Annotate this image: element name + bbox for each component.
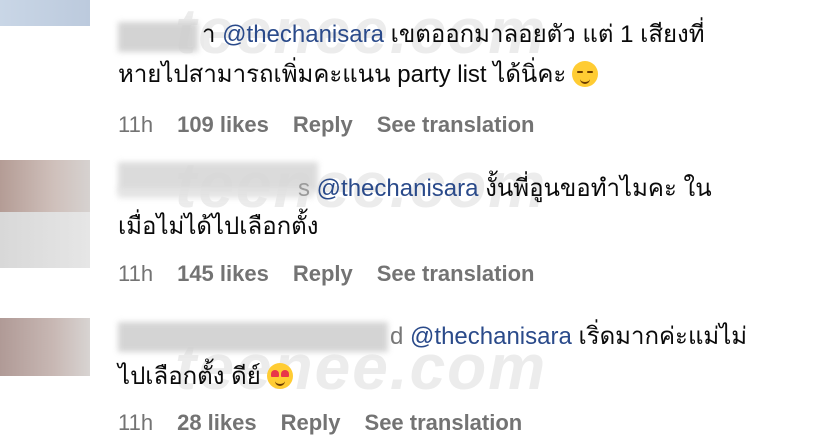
comment-line1: เขตออกมาลอยตัว แต่ 1 เสียงที่ [383, 21, 705, 48]
comment-line1: งั้นพี่อูนขอทำไมคะ ใน [478, 175, 712, 202]
comment-line2: ไปเลือกตั้ง ดีย์ [118, 363, 261, 390]
comment-text-line2: ไปเลือกตั้ง ดีย์ [118, 360, 293, 394]
comment-1: า @thechanisara เขตออกมาลอยตัว แต่ 1 เสี… [0, 0, 820, 150]
comment-text-line2: หายไปสามารถเพิ่มคะแนน party list ได้นิ่ค… [118, 58, 599, 92]
likes-count[interactable]: 109 likes [177, 112, 269, 138]
username-tail[interactable]: s [298, 175, 310, 202]
comment-line2: หายไปสามารถเพิ่มคะแนน party list ได้นิ่ค… [118, 61, 567, 88]
comment-meta: 11h 28 likes Reply See translation [118, 410, 522, 436]
timestamp: 11h [118, 261, 154, 286]
mention-link[interactable]: @thechanisara [222, 21, 384, 48]
heart-eyes-emoji [266, 363, 293, 389]
timestamp: 11h [118, 112, 154, 137]
see-translation-link[interactable]: See translation [377, 112, 535, 138]
mention-link[interactable]: @thechanisara [317, 175, 479, 202]
username-tail[interactable]: า [202, 21, 215, 48]
avatar[interactable] [0, 160, 90, 212]
likes-count[interactable]: 28 likes [177, 410, 257, 436]
comment-line2: เมื่อไม่ได้ไปเลือกตั้ง [118, 213, 319, 240]
reply-button[interactable]: Reply [293, 261, 353, 287]
comment-line1: เริ่ดมากค่ะแม่ไม่ [571, 323, 748, 350]
comment-meta: 11h 109 likes Reply See translation [118, 112, 534, 138]
see-translation-link[interactable]: See translation [377, 261, 535, 287]
see-translation-link[interactable]: See translation [365, 410, 523, 436]
mention-link[interactable]: @thechanisara [410, 323, 572, 350]
comment-text: า @thechanisara เขตออกมาลอยตัว แต่ 1 เสี… [118, 18, 705, 52]
comment-2: s @thechanisara งั้นพี่อูนขอทำไมคะ ใน เม… [0, 158, 820, 298]
reply-button[interactable]: Reply [293, 112, 353, 138]
likes-count[interactable]: 145 likes [177, 261, 269, 287]
reply-button[interactable]: Reply [281, 410, 341, 436]
comment-text-line2: เมื่อไม่ได้ไปเลือกตั้ง [118, 210, 318, 244]
comment-text: d @thechanisara เริ่ดมากค่ะแม่ไม่ [118, 320, 747, 354]
comment-3: d @thechanisara เริ่ดมากค่ะแม่ไม่ ไปเลือ… [0, 308, 820, 444]
timestamp: 11h [118, 410, 154, 435]
woozy-face-emoji [572, 61, 599, 87]
comment-meta: 11h 145 likes Reply See translation [118, 261, 534, 287]
comment-text: s @thechanisara งั้นพี่อูนขอทำไมคะ ใน [118, 172, 712, 206]
avatar-lower [0, 212, 90, 268]
avatar[interactable] [0, 318, 90, 376]
avatar[interactable] [0, 0, 90, 26]
username-tail[interactable]: d [390, 323, 403, 350]
